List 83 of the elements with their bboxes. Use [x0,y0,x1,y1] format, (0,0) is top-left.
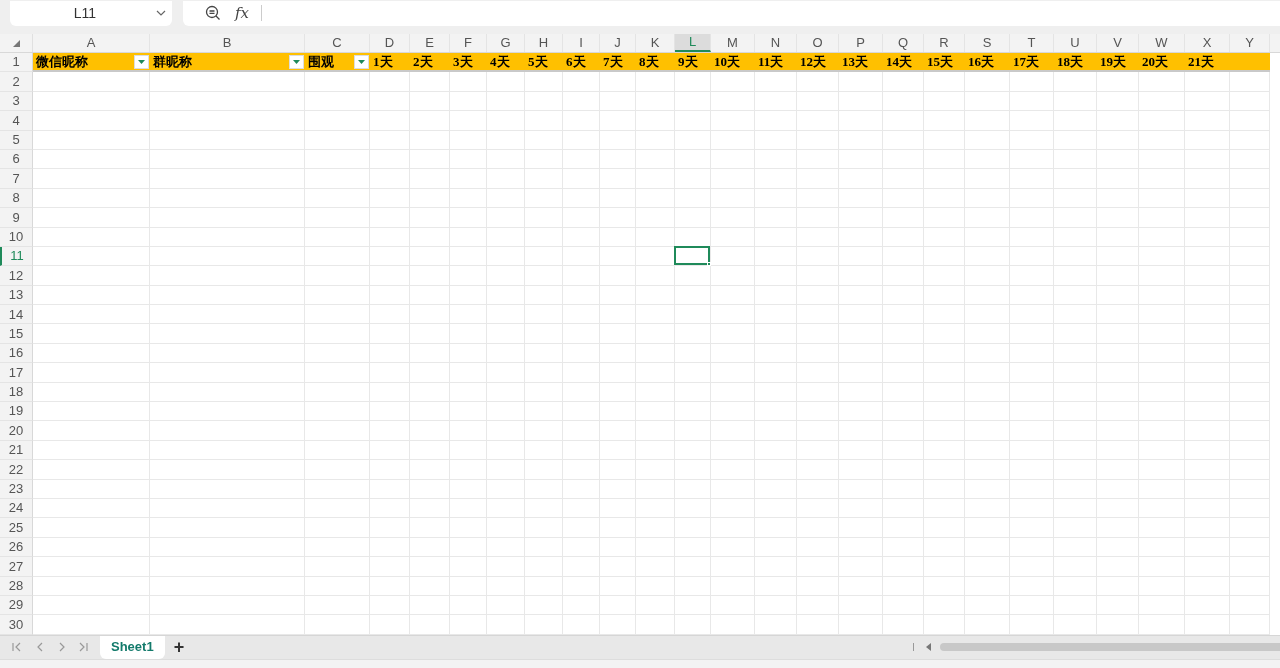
row-header[interactable]: 12 [0,266,33,286]
row-header[interactable]: 4 [0,111,33,131]
fill-handle[interactable] [707,262,711,267]
row-header[interactable]: 7 [0,169,33,189]
column-header[interactable]: O [797,34,839,52]
table-header-cell-text: 10天 [713,52,740,71]
scroll-left-icon[interactable] [926,643,932,652]
column-header[interactable]: Y [1230,34,1270,52]
row-header[interactable]: 14 [0,305,33,325]
row-header[interactable]: 9 [0,208,33,228]
table-header-cell-text: 5天 [527,52,548,71]
column-header[interactable]: V [1097,34,1139,52]
column-header[interactable]: A [33,34,150,52]
column-header[interactable]: U [1054,34,1097,52]
table-header-cell-text: 20天 [1141,52,1168,71]
column-header[interactable]: E [410,34,450,52]
function-button[interactable]: fx [235,1,249,25]
column-header[interactable]: P [839,34,883,52]
name-box[interactable]: L11 [10,0,172,26]
column-header[interactable]: G [487,34,525,52]
select-all-icon[interactable] [12,39,20,47]
previous-sheet-icon[interactable] [36,642,44,653]
table-header-cell-text: 11天 [757,52,784,71]
row-header[interactable]: 17 [0,363,33,383]
dropdown-arrow-icon [293,60,300,64]
table-header-cell-text: 6天 [565,52,586,71]
row-header[interactable]: 27 [0,557,33,577]
column-header[interactable]: X [1185,34,1230,52]
table-header-cell-text: 4天 [489,52,510,71]
table-header-cell-text: 1天 [372,52,393,71]
table-header-cell-text: 16天 [967,52,994,71]
table-header-cell-text: 群昵称 [152,52,192,71]
filter-button[interactable] [354,55,369,69]
table-header-cell-text: 15天 [926,52,953,71]
table-header-cell-text: 18天 [1056,52,1083,71]
table-header-cell-text: 3天 [452,52,473,71]
column-header[interactable]: M [711,34,755,52]
table-header-cell-text: 13天 [841,52,868,71]
table-header-cell-text: 19天 [1099,52,1126,71]
column-header[interactable]: Q [883,34,924,52]
column-header[interactable]: J [600,34,636,52]
first-sheet-icon[interactable] [12,642,22,653]
dropdown-caret-icon [156,10,166,16]
row-header[interactable]: 22 [0,460,33,480]
table-header-cell-text: 7天 [602,52,623,71]
table-header-cell-text: 14天 [885,52,912,71]
table-header-cell-text: 17天 [1012,52,1039,71]
dropdown-arrow-icon [138,60,145,64]
table-header-cell-text: 8天 [638,52,659,71]
zoom-icon[interactable] [205,5,221,21]
column-header[interactable]: F [450,34,487,52]
filter-button[interactable] [289,55,304,69]
row-header[interactable]: 20 [0,421,33,441]
row-header[interactable]: 1 [0,53,33,73]
table-header-cell-text: 9天 [677,52,698,71]
horizontal-scrollbar[interactable] [940,643,1280,652]
column-header[interactable]: H [525,34,563,52]
table-header-cell-text: 12天 [799,52,826,71]
table-header-cell-text: 微信昵称 [35,52,88,71]
cell-reference: L11 [72,3,98,23]
column-header[interactable]: T [1010,34,1054,52]
row-header[interactable]: 19 [0,402,33,422]
row-header[interactable]: 15 [0,324,33,344]
filter-button[interactable] [134,55,149,69]
column-header[interactable]: N [755,34,797,52]
table-header-cell-text: 21天 [1187,52,1214,71]
column-header[interactable]: W [1139,34,1185,52]
add-sheet-button[interactable]: + [170,638,188,657]
column-header[interactable]: B [150,34,305,52]
row-header[interactable]: 2 [0,72,33,92]
column-header[interactable]: S [965,34,1010,52]
column-header[interactable]: I [563,34,600,52]
column-header[interactable]: C [305,34,370,52]
last-sheet-icon[interactable] [78,642,88,653]
table-header-cell-text: 围观 [307,52,334,71]
sheet-tab[interactable]: Sheet1 [100,635,165,659]
row-header[interactable]: 25 [0,518,33,538]
column-header[interactable]: R [924,34,965,52]
table-header-cell-text: 2天 [412,52,433,71]
dropdown-arrow-icon [358,60,365,64]
column-header[interactable]: D [370,34,410,52]
next-sheet-icon[interactable] [58,642,66,653]
row-header[interactable]: 30 [0,615,33,635]
